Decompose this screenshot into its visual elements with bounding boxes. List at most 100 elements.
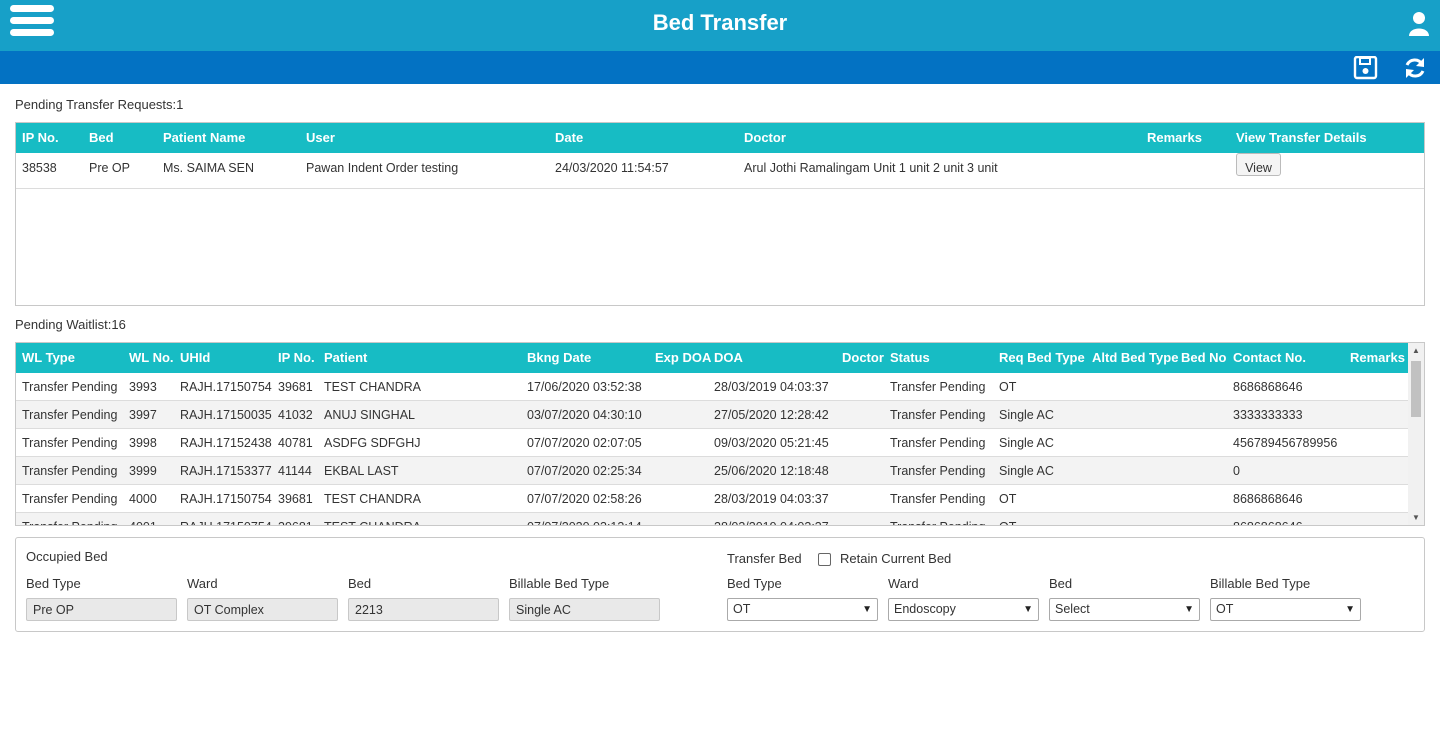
cell-uhid: RAJH.17150754 [180,492,272,506]
transfer-bed-title: Transfer Bed [727,551,802,566]
transfer-billable-select[interactable]: OT ▼ [1210,598,1361,621]
chevron-down-icon: ▼ [1184,604,1194,615]
retain-current-bed-label[interactable]: Retain Current Bed [840,551,951,566]
transfer-ward-value: Endoscopy [894,602,956,616]
column-header[interactable]: Date [555,123,583,153]
cell-doa: 28/03/2019 04:03:37 [714,492,829,506]
occupied-ward-field [187,598,338,621]
cell-ip-no: 39681 [278,513,313,525]
hamburger-menu-icon[interactable] [10,5,54,45]
retain-current-bed-checkbox[interactable] [818,553,831,566]
cell-patient: TEST CHANDRA [324,513,421,525]
table-row[interactable]: Transfer Pending 3999 RAJH.17153377 4114… [16,457,1408,485]
table-row[interactable]: Transfer Pending 3997 RAJH.17150035 4103… [16,401,1408,429]
column-header[interactable]: Bkng Date [527,343,591,373]
column-header[interactable]: Patient Name [163,123,245,153]
occupied-bed-type-field [26,598,177,621]
chevron-down-icon: ▼ [1345,604,1355,615]
user-icon[interactable] [1408,11,1430,37]
column-header[interactable]: IP No. [278,343,315,373]
cell-bkng-date: 17/06/2020 03:52:38 [527,380,642,394]
column-header[interactable]: Contact No. [1233,343,1306,373]
column-header[interactable]: WL No. [129,343,174,373]
bed-details-panel: Occupied Bed Bed Type Ward Bed Billable … [15,537,1425,632]
cell-doa: 28/03/2019 04:03:37 [714,513,829,525]
column-header[interactable]: Remarks [1350,343,1405,373]
cell-req-bed-type: OT [999,492,1017,506]
occupied-bed-label: Bed [348,576,372,591]
column-header[interactable]: DOA [714,343,743,373]
cell-bkng-date: 03/07/2020 04:30:10 [527,408,642,422]
column-header[interactable]: Doctor [744,123,786,153]
cell-ip-no: 39681 [278,380,313,394]
column-header[interactable]: User [306,123,335,153]
cell-patient: TEST CHANDRA [324,380,422,394]
cell-wl-no: 3999 [129,464,157,478]
column-header[interactable]: WL Type [22,343,75,373]
cell-req-bed-type: Single AC [999,464,1054,478]
column-header[interactable]: IP No. [22,123,59,153]
cell-status: Transfer Pending [890,380,986,394]
cell-status: Transfer Pending [890,464,986,478]
pending-waitlist-label: Pending Waitlist:16 [15,317,126,332]
table-row[interactable]: Transfer Pending 3993 RAJH.17150754 3968… [16,373,1408,401]
transfer-billable-label: Billable Bed Type [1210,576,1311,591]
transfer-bed-type-select[interactable]: OT ▼ [727,598,878,621]
column-header[interactable]: UHId [180,343,210,373]
column-header[interactable]: Patient [324,343,367,373]
cell-status: Transfer Pending [890,408,986,422]
scroll-down-arrow-icon[interactable]: ▼ [1408,510,1424,525]
waitlist-table: WL Type WL No. UHId IP No. Patient Bkng … [15,342,1425,526]
cell-patient: ASDFG SDFGHJ [324,436,421,450]
save-icon[interactable] [1353,55,1379,80]
transfer-bed-type-label: Bed Type [727,576,782,591]
cell-ip-no: 41144 [278,464,312,478]
occupied-bed-field [348,598,499,621]
column-header[interactable]: Status [890,343,930,373]
cell-req-bed-type: OT [999,513,1016,525]
cell-req-bed-type: OT [999,380,1017,394]
column-header[interactable]: Exp DOA [655,343,711,373]
chevron-down-icon: ▼ [1023,604,1033,615]
refresh-icon[interactable] [1402,56,1428,80]
cell-uhid: RAJH.17150754 [180,380,272,394]
column-header[interactable]: Doctor [842,343,884,373]
transfer-ward-select[interactable]: Endoscopy ▼ [888,598,1039,621]
cell-patient-name: Ms. SAIMA SEN [163,161,254,175]
column-header[interactable]: Bed No [1181,343,1227,373]
cell-contact-no: 8686868646 [1233,492,1303,506]
cell-ip-no: 38538 [22,161,57,175]
occupied-ward-label: Ward [187,576,218,591]
table-row[interactable]: Transfer Pending 4000 RAJH.17150754 3968… [16,485,1408,513]
action-toolbar [0,51,1440,84]
cell-wl-no: 3993 [129,380,157,394]
cell-contact-no: 8686868646 [1233,513,1303,525]
cell-ip-no: 39681 [278,492,313,506]
table-row[interactable]: Transfer Pending 4001 RAJH.17150754 3968… [16,513,1408,525]
transfer-bed-select[interactable]: Select ▼ [1049,598,1200,621]
pending-transfer-table: IP No. Bed Patient Name User Date Doctor… [15,122,1425,306]
occupied-bed-type-label: Bed Type [26,576,81,591]
cell-date: 24/03/2020 11:54:57 [555,161,669,175]
column-header[interactable]: View Transfer Details [1236,123,1367,153]
cell-status: Transfer Pending [890,513,985,525]
cell-uhid: RAJH.17153377 [180,464,272,478]
column-header[interactable]: Req Bed Type [999,343,1085,373]
scroll-up-arrow-icon[interactable]: ▲ [1408,343,1424,359]
cell-bkng-date: 07/07/2020 02:58:26 [527,492,642,506]
cell-wl-type: Transfer Pending [22,408,118,422]
column-header[interactable]: Bed [89,123,114,153]
cell-bkng-date: 07/07/2020 03:13:14 [527,513,642,525]
column-header[interactable]: Remarks [1147,123,1202,153]
cell-patient: TEST CHANDRA [324,492,422,506]
table-row[interactable]: 38538 Pre OP Ms. SAIMA SEN Pawan Indent … [16,153,1424,189]
waitlist-scrollbar[interactable]: ▲ ▼ [1408,343,1424,525]
scroll-thumb[interactable] [1411,361,1421,417]
view-transfer-button[interactable]: View [1236,153,1281,176]
cell-uhid: RAJH.17150754 [180,513,272,525]
cell-patient: EKBAL LAST [324,464,399,478]
column-header[interactable]: Altd Bed Type [1092,343,1178,373]
cell-contact-no: 456789456789956 [1233,436,1338,450]
cell-ip-no: 41032 [278,408,313,422]
table-row[interactable]: Transfer Pending 3998 RAJH.17152438 4078… [16,429,1408,457]
